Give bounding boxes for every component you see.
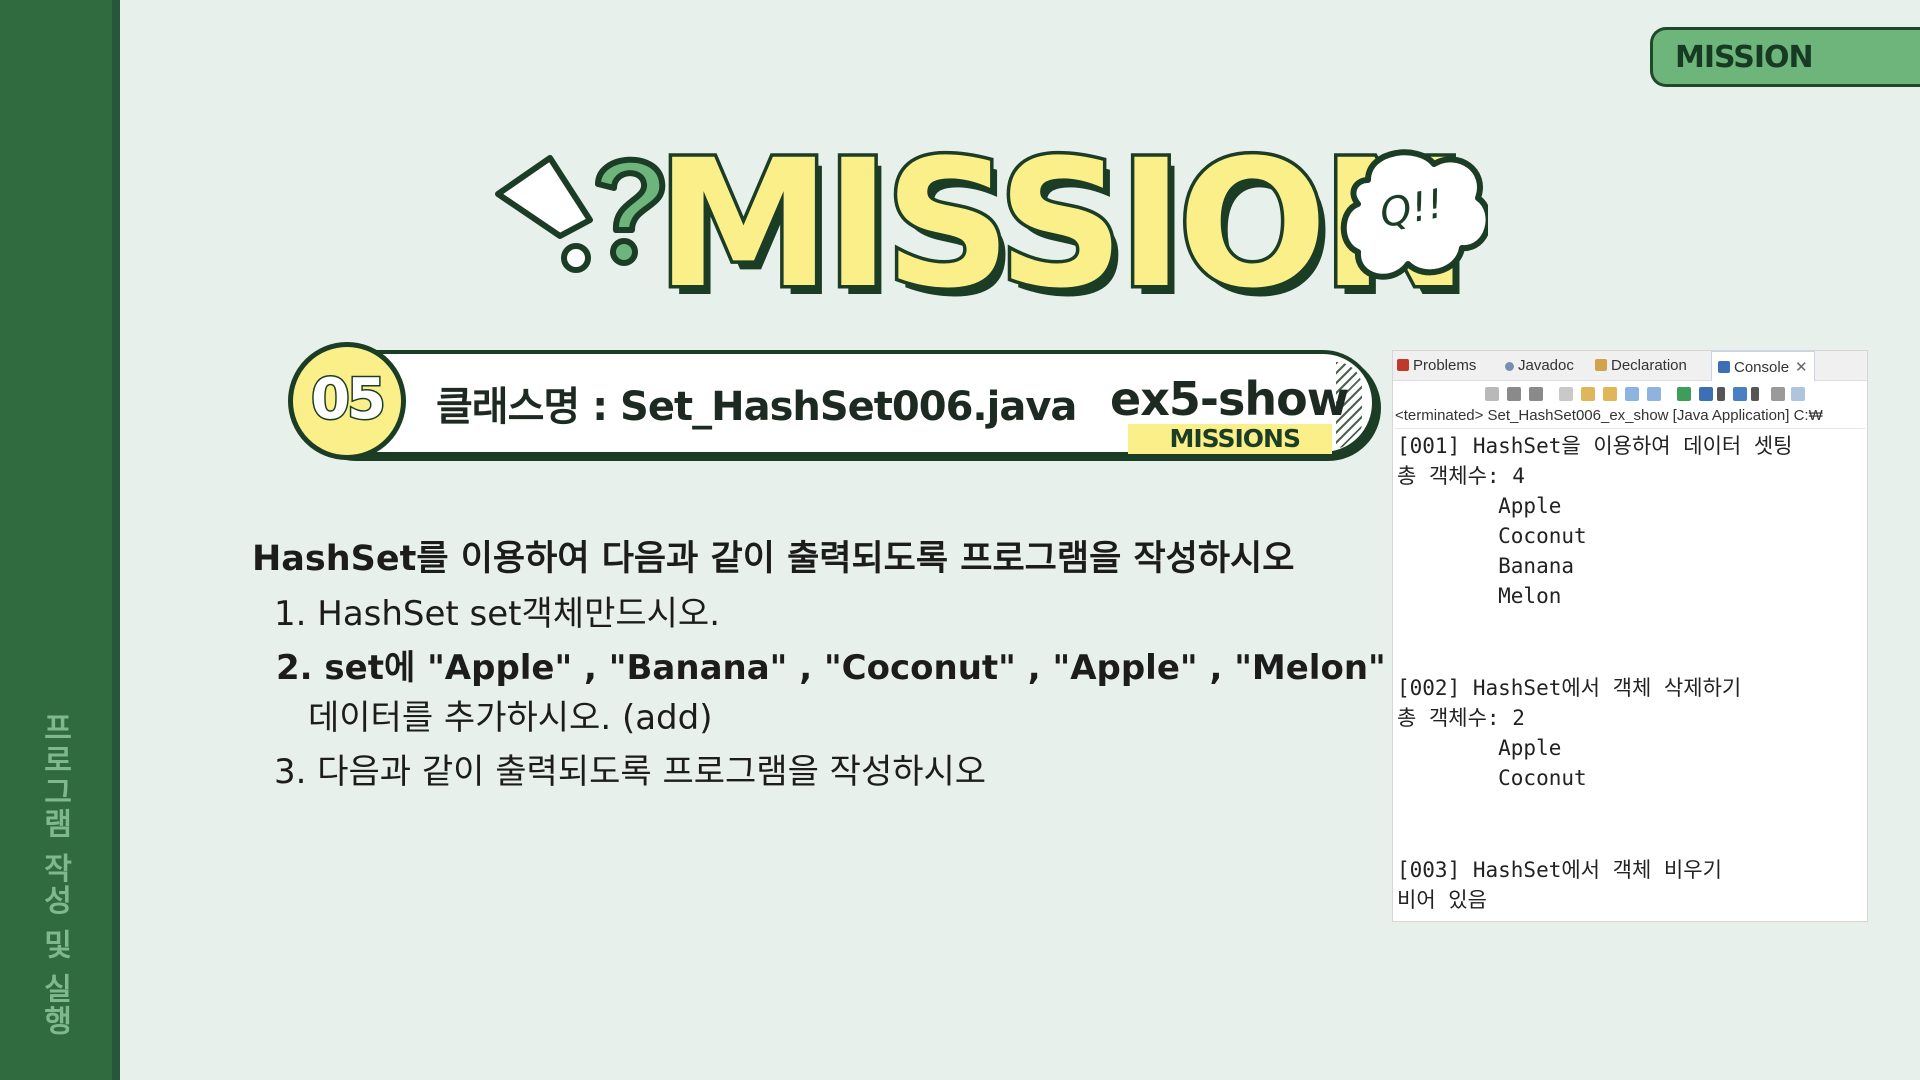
maximize-icon[interactable]: [1791, 387, 1805, 401]
tab-problems[interactable]: Problems: [1397, 357, 1476, 374]
console-icon: [1718, 361, 1730, 373]
scroll-lock-icon[interactable]: [1581, 387, 1595, 401]
minimize-icon[interactable]: [1771, 387, 1785, 401]
chevron-down-icon[interactable]: [1751, 387, 1759, 401]
declaration-icon: [1595, 359, 1607, 371]
mission-hero: MISSION Q!!: [480, 126, 1500, 330]
tab-javadoc[interactable]: Javadoc: [1505, 357, 1574, 374]
tab-javadoc-label: Javadoc: [1518, 357, 1574, 374]
console-line: 총 객체수: 4: [1397, 464, 1525, 488]
tab-declaration-label: Declaration: [1611, 357, 1687, 374]
terminated-status: <terminated> Set_HashSet006_ex_show [Jav…: [1395, 407, 1865, 429]
tab-console-label: Console: [1734, 359, 1790, 376]
remove-all-icon[interactable]: [1529, 387, 1543, 401]
instruction-step-1: 1. HashSet set객체만드시오.: [274, 594, 720, 634]
clear-console-icon[interactable]: [1559, 387, 1573, 401]
close-icon[interactable]: ✕: [1795, 359, 1808, 376]
pin-console-icon[interactable]: [1677, 387, 1691, 401]
sidebar-edge: [112, 0, 120, 1080]
console-line: [001] HashSet을 이용하여 데이터 셋팅: [1397, 434, 1793, 458]
console-line: Melon: [1397, 584, 1562, 608]
instruction-step-3: 3. 다음과 같이 출력되도록 프로그램을 작성하시오: [274, 752, 987, 792]
mission-number-badge: 05: [288, 342, 406, 460]
mission-number: 05: [310, 366, 388, 434]
javadoc-icon: [1505, 362, 1514, 371]
console-line: Apple: [1397, 494, 1562, 518]
class-name-label: 클래스명 : Set_HashSet006.java: [436, 384, 1077, 430]
console-tab-bar: Problems Javadoc Declaration Console ✕: [1393, 351, 1867, 381]
show-stderr-icon[interactable]: [1647, 387, 1661, 401]
problems-icon: [1397, 359, 1409, 371]
missions-tag: MISSIONS: [1128, 424, 1332, 454]
console-line: Banana: [1397, 554, 1575, 578]
tab-declaration[interactable]: Declaration: [1595, 357, 1687, 374]
console-line: 비어 있음: [1397, 888, 1487, 912]
console-line: 총 객체수: 2: [1397, 706, 1525, 730]
instruction-step-2-cont: 데이터를 추가하시오. (add): [308, 698, 713, 738]
console-line: [003] HashSet에서 객체 비우기: [1397, 858, 1722, 882]
display-console-icon[interactable]: [1699, 387, 1713, 401]
console-line: Apple: [1397, 736, 1562, 760]
instruction-step-2: 2. set에 "Apple" , "Banana" , "Coconut" ,…: [276, 648, 1386, 688]
mission-tab-label: MISSION: [1675, 40, 1814, 75]
mission-tab: MISSION: [1650, 27, 1920, 87]
open-console-icon[interactable]: [1733, 387, 1747, 401]
remove-launch-icon[interactable]: [1507, 387, 1521, 401]
tab-problems-label: Problems: [1413, 357, 1477, 374]
console-line: Coconut: [1397, 766, 1587, 790]
example-name-label: ex5-show: [1110, 372, 1349, 426]
chevron-down-icon[interactable]: [1717, 387, 1725, 401]
instructions-heading: HashSet를 이용하여 다음과 같이 출력되도록 프로그램을 작성하시오: [252, 539, 1295, 579]
console-line: [002] HashSet에서 객체 삭제하기: [1397, 676, 1742, 700]
console-toolbar: [1393, 381, 1867, 407]
sidebar-vertical-label: 프로그램 작성 및 실행: [37, 712, 72, 1038]
tab-console[interactable]: Console ✕: [1711, 351, 1815, 381]
console-panel: Problems Javadoc Declaration Console ✕ <t…: [1392, 350, 1868, 922]
stop-icon[interactable]: [1485, 387, 1499, 401]
show-stdout-icon[interactable]: [1625, 387, 1639, 401]
console-line: Coconut: [1397, 524, 1587, 548]
word-wrap-icon[interactable]: [1603, 387, 1617, 401]
missions-tag-label: MISSIONS: [1169, 424, 1301, 453]
